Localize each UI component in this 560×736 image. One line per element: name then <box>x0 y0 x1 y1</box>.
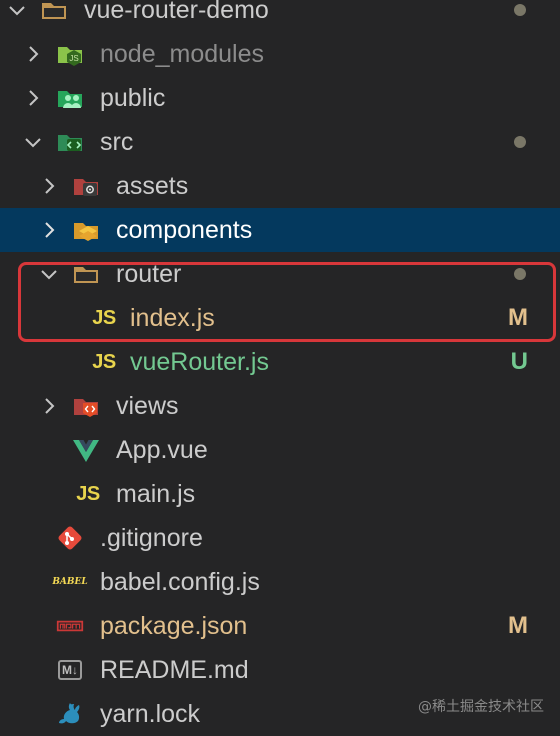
git-status-badge: U <box>510 348 528 375</box>
tree-item-components[interactable]: components <box>0 208 560 252</box>
node-folder-icon: JS <box>56 40 84 68</box>
modified-dot-indicator <box>514 136 526 148</box>
tree-item-label: router <box>116 259 182 288</box>
src-folder-icon <box>56 128 84 156</box>
javascript-icon: JS <box>92 306 116 329</box>
chevron-down-icon[interactable] <box>38 263 60 285</box>
views-folder-icon <box>72 392 100 420</box>
tree-item-src[interactable]: src <box>0 120 560 164</box>
javascript-icon: JS <box>92 350 116 373</box>
chevron-right-icon[interactable] <box>38 395 60 417</box>
tree-item-label: README.md <box>100 655 249 684</box>
tree-item-router[interactable]: router <box>0 252 560 296</box>
folder-icon <box>40 0 68 24</box>
tree-item-gitignore[interactable]: .gitignore <box>0 516 560 560</box>
chevron-right-icon[interactable] <box>22 43 44 65</box>
tree-item-babel-config-js[interactable]: BABEL babel.config.js <box>0 560 560 604</box>
tree-item-package-json[interactable]: package.json M <box>0 604 560 648</box>
tree-item-label: assets <box>116 171 189 200</box>
npm-icon <box>54 612 86 640</box>
tree-item-label: node_modules <box>100 39 265 68</box>
assets-folder-icon <box>72 172 100 200</box>
markdown-icon: M↓ <box>54 656 86 684</box>
tree-item-node-modules[interactable]: JS node_modules <box>0 32 560 76</box>
tree-item-label: main.js <box>116 479 196 508</box>
tree-item-views[interactable]: views <box>0 384 560 428</box>
tree-item-label: index.js <box>130 303 215 332</box>
tree-item-app-vue[interactable]: App.vue <box>0 428 560 472</box>
chevron-right-icon[interactable] <box>22 87 44 109</box>
babel-icon: BABEL <box>52 577 88 587</box>
chevron-right-icon[interactable] <box>38 219 60 241</box>
watermark-text: @稀土掘金技术社区 <box>418 699 544 715</box>
components-folder-icon <box>72 216 100 244</box>
tree-item-public[interactable]: public <box>0 76 560 120</box>
chevron-right-icon[interactable] <box>38 175 60 197</box>
public-folder-icon <box>56 84 84 112</box>
chevron-down-icon[interactable] <box>22 131 44 153</box>
tree-item-label: public <box>100 83 166 112</box>
tree-item-vuerouter-js[interactable]: JS vueRouter.js U <box>0 340 560 384</box>
tree-item-label: App.vue <box>116 435 208 464</box>
git-status-badge: M <box>508 612 528 639</box>
modified-dot-indicator <box>514 268 526 280</box>
javascript-icon: JS <box>76 482 100 505</box>
tree-item-label: vueRouter.js <box>130 347 269 376</box>
modified-dot-indicator <box>514 4 526 16</box>
tree-item-index-js[interactable]: JS index.js M <box>0 296 560 340</box>
file-explorer-tree: vue-router-demo JS node_modules public s… <box>0 0 560 736</box>
vue-icon <box>72 436 100 464</box>
tree-item-readme-md[interactable]: M↓ README.md <box>0 648 560 692</box>
tree-item-main-js[interactable]: JS main.js <box>0 472 560 516</box>
tree-item-label: components <box>116 215 253 244</box>
tree-item-label: .gitignore <box>100 523 203 552</box>
tree-item-assets[interactable]: assets <box>0 164 560 208</box>
git-icon <box>56 524 84 552</box>
svg-text:JS: JS <box>69 54 78 63</box>
tree-item-label: package.json <box>100 611 248 640</box>
tree-item-label: yarn.lock <box>100 699 201 728</box>
yarn-icon <box>56 700 84 728</box>
tree-item-label: views <box>116 391 179 420</box>
tree-item-label: babel.config.js <box>100 567 260 596</box>
folder-icon <box>72 260 100 288</box>
chevron-down-icon[interactable] <box>6 0 28 21</box>
tree-item-label: vue-router-demo <box>84 0 269 24</box>
tree-item-vue-router-demo[interactable]: vue-router-demo <box>0 0 560 32</box>
git-status-badge: M <box>508 304 528 331</box>
tree-item-label: src <box>100 127 134 156</box>
